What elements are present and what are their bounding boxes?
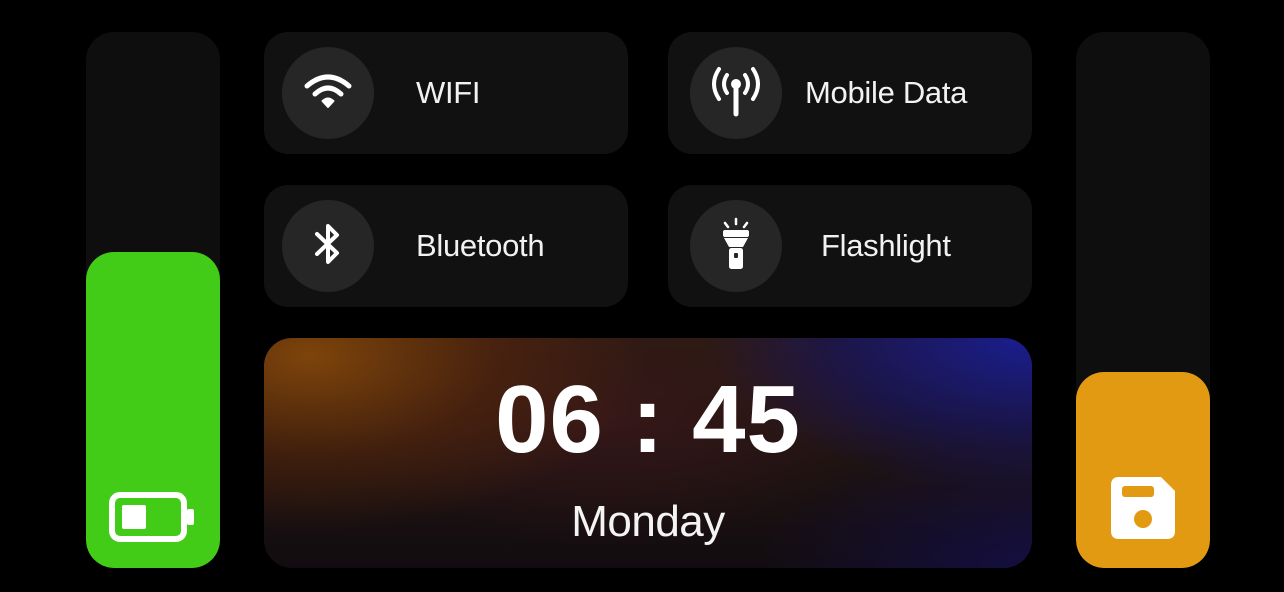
mobile-data-toggle[interactable]: Mobile Data [668,32,1032,154]
wifi-icon-circle [282,47,374,139]
mobile-data-icon-circle [690,47,782,139]
cellular-antenna-icon [709,64,763,123]
battery-level-slider[interactable] [86,32,220,568]
bluetooth-icon-circle [282,200,374,292]
flashlight-toggle[interactable]: Flashlight [668,185,1032,307]
bluetooth-label: Bluetooth [416,228,545,263]
save-level-slider[interactable] [1076,32,1210,568]
mobile-data-label: Mobile Data [805,75,968,110]
clock-time: 06 : 45 [495,366,801,473]
floppy-disk-icon-wrap [1076,475,1210,546]
wifi-icon [304,71,352,116]
battery-icon-wrap [86,489,220,550]
bluetooth-icon [310,220,346,273]
flashlight-icon [718,217,754,276]
clock-widget: 06 : 45 Monday [264,338,1032,568]
battery-icon [108,489,198,550]
bluetooth-toggle[interactable]: Bluetooth [264,185,628,307]
floppy-disk-icon [1109,475,1177,546]
clock-day: Monday [571,497,725,546]
flashlight-label: Flashlight [821,228,951,263]
control-center: WIFI Mobile Data Bluetooth Flashlight 06… [0,0,1284,592]
flashlight-icon-circle [690,200,782,292]
wifi-toggle[interactable]: WIFI [264,32,628,154]
wifi-label: WIFI [416,75,481,110]
